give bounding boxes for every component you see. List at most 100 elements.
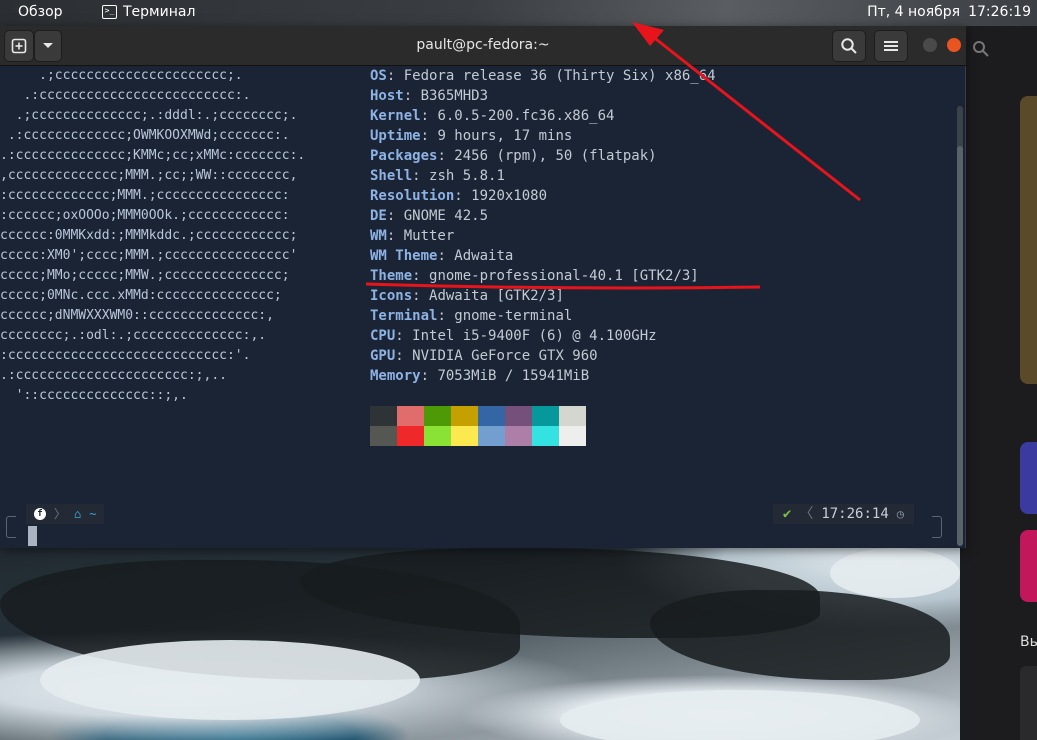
- scrollbar-thumb[interactable]: [957, 146, 963, 546]
- prompt-path: ~: [89, 507, 97, 521]
- activities-button[interactable]: Обзор: [18, 4, 63, 20]
- info-row: Uptime: 9 hours, 17 mins: [370, 128, 573, 144]
- prompt-bracket-right: [932, 516, 942, 538]
- info-key: Terminal: [370, 308, 438, 324]
- prompt-left-segment: f 〉 ⌂ ~: [26, 504, 105, 524]
- info-key: Memory: [370, 368, 421, 384]
- chevron-right-icon: 〉: [54, 507, 67, 521]
- info-value: Intel i5-9400F (6) @ 4.100GHz: [412, 328, 657, 344]
- logo-line: '::cccccccccccccc::;,.: [0, 388, 188, 403]
- side-card[interactable]: [1020, 96, 1037, 384]
- info-value: GNOME 42.5: [403, 208, 489, 224]
- home-icon: ⌂: [74, 507, 82, 521]
- info-row: Kernel: 6.0.5-200.fc36.x86_64: [370, 108, 615, 124]
- info-value: 2456 (rpm), 50 (flatpak): [454, 148, 657, 164]
- logo-line: ccccc;0MNc.ccc.xMMd:ccccccccccccccc;: [0, 288, 282, 303]
- info-row: DE: GNOME 42.5: [370, 208, 489, 224]
- info-key: Packages: [370, 148, 438, 164]
- palette-swatch: [559, 426, 586, 446]
- palette-swatch: [397, 406, 424, 426]
- logo-line: :ccccccccccccc;MMM.;cccccccccccccccc:: [0, 188, 290, 203]
- info-value: Adwaita [GTK2/3]: [429, 288, 564, 304]
- logo-line: :cccccccccccccccccccccccccccc:'.: [0, 348, 251, 363]
- info-key: WM: [370, 228, 387, 244]
- info-value: zsh 5.8.1: [429, 168, 505, 184]
- palette-swatch: [505, 406, 532, 426]
- minimize-button[interactable]: [923, 38, 937, 52]
- window-title: pault@pc-fedora:~: [416, 37, 550, 53]
- side-card[interactable]: [1020, 442, 1037, 514]
- info-row: Icons: Adwaita [GTK2/3]: [370, 288, 564, 304]
- logo-line: ,cccccccccccccc;MMM.;cc;;WW::cccccccc,: [0, 168, 298, 183]
- palette-swatch: [478, 426, 505, 446]
- info-key: CPU: [370, 328, 396, 344]
- info-value: 7053MiB / 15941MiB: [437, 368, 590, 384]
- palette-swatch: [559, 406, 586, 426]
- info-key: Host: [370, 88, 404, 104]
- terminal-icon: >_: [102, 5, 117, 19]
- palette-swatch: [424, 406, 451, 426]
- info-value: Adwaita: [454, 248, 514, 264]
- logo-line: :cccccc;oxOOOo;MMM0OOk.;cccccccccccc:: [0, 208, 290, 223]
- info-row: WM Theme: Adwaita: [370, 248, 514, 264]
- info-row: Host: B365MHD3: [370, 88, 489, 104]
- search-icon: [841, 38, 857, 54]
- palette-swatch: [532, 426, 559, 446]
- palette-swatch: [451, 426, 478, 446]
- info-row: Memory: 7053MiB / 15941MiB: [370, 368, 590, 384]
- hamburger-menu-icon: [884, 41, 898, 51]
- clock-button[interactable]: Пт, 4 ноября 17:26:19: [867, 4, 1031, 20]
- info-key: GPU: [370, 348, 396, 364]
- terminal-headerbar: pault@pc-fedora:~: [0, 26, 966, 66]
- info-key: Icons: [370, 288, 413, 304]
- logo-line: ccccc;MMo;ccccc;MMW.;ccccccccccccccc;: [0, 268, 290, 283]
- info-value: Fedora release 36 (Thirty Six) x86_64: [403, 68, 716, 84]
- info-value: NVIDIA GeForce GTX 960: [412, 348, 598, 364]
- info-value: 1920x1080: [471, 188, 548, 204]
- app-menu-button[interactable]: >_ Терминал: [102, 4, 195, 20]
- close-button[interactable]: [947, 38, 961, 52]
- info-row: Packages: 2456 (rpm), 50 (flatpak): [370, 148, 657, 164]
- info-row: GPU: NVIDIA GeForce GTX 960: [370, 348, 598, 364]
- fedora-icon: f: [34, 508, 46, 520]
- clock-time: 17:26:19: [968, 4, 1031, 20]
- main-menu-button[interactable]: [874, 30, 908, 62]
- palette-swatch: [505, 426, 532, 446]
- info-key: OS: [370, 68, 387, 84]
- logo-line: .:ccccccccccccc;OWMKOOXMWd;ccccccc:.: [0, 128, 290, 143]
- info-value: gnome-terminal: [454, 308, 573, 324]
- chevron-left-icon: 〈: [799, 506, 814, 522]
- info-key: Shell: [370, 168, 413, 184]
- logo-line: cccccc;dNMWXXXWM0::cccccccccccccc:,: [0, 308, 274, 323]
- background-window[interactable]: Вы: [960, 26, 1037, 740]
- search-button[interactable]: [832, 30, 866, 62]
- terminal-window[interactable]: pault@pc-fedora:~ .;cccccccccccccccccccc…: [0, 26, 966, 548]
- side-card[interactable]: [1020, 530, 1037, 602]
- palette-swatch: [397, 426, 424, 446]
- info-key: Uptime: [370, 128, 421, 144]
- info-value: Mutter: [403, 228, 455, 244]
- text-cursor: [28, 526, 37, 546]
- prompt-time: 17:26:14: [821, 506, 889, 522]
- logo-line: cccccc:0MMKxdd:;MMMkddc.;cccccccccccc;: [0, 228, 298, 243]
- palette-swatch: [370, 406, 397, 426]
- palette-swatch: [370, 426, 397, 446]
- info-row: Shell: zsh 5.8.1: [370, 168, 505, 184]
- color-palette: [370, 406, 586, 446]
- terminal-content[interactable]: .;cccccccccccccccccccccc;. .:ccccccccccc…: [0, 66, 956, 548]
- info-value: B365MHD3: [420, 88, 489, 104]
- info-value: gnome-professional-40.1 [GTK2/3]: [429, 268, 699, 284]
- logo-line: .:cccccccccccccccccccccc:;,..: [0, 368, 227, 383]
- search-icon[interactable]: [972, 40, 990, 58]
- info-row: Theme: gnome-professional-40.1 [GTK2/3]: [370, 268, 699, 284]
- info-row: WM: Mutter: [370, 228, 455, 244]
- side-heading: Вы: [1020, 634, 1037, 650]
- prompt-right-segment: ✔ 〈 17:26:14 ◷: [772, 504, 914, 524]
- logo-line: .;cccccccccccccc;.:dddl:.;cccccccc;.: [0, 108, 298, 123]
- info-row: Resolution: 1920x1080: [370, 188, 548, 204]
- logo-line: .;cccccccccccccccccccccc;.: [0, 68, 243, 83]
- app-menu-label: Терминал: [123, 4, 196, 20]
- info-key: Theme: [370, 268, 413, 284]
- palette-swatch: [532, 406, 559, 426]
- clock-icon: ◷: [896, 507, 904, 521]
